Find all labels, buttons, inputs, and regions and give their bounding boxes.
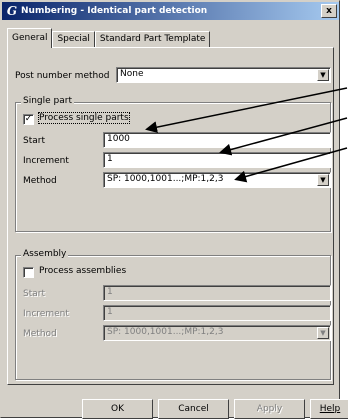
process-assemblies-label[interactable]: Process assemblies (39, 266, 126, 276)
single-increment-input[interactable]: 1 (103, 152, 331, 168)
help-button[interactable]: Help (310, 399, 348, 419)
chevron-down-icon[interactable]: ▼ (317, 174, 329, 186)
process-single-parts-label[interactable]: Process single parts (38, 112, 130, 124)
assembly-method-dropdown[interactable]: SP: 1000,1001...;MP:1,2,3 ▼ (103, 325, 331, 341)
assembly-start-label: Start (23, 289, 45, 299)
assembly-start-input[interactable]: 1 (103, 285, 331, 301)
tab-special[interactable]: Special (52, 31, 95, 48)
ok-button[interactable]: OK (82, 399, 153, 419)
title-bar[interactable]: G Numbering - Identical part detection x (2, 2, 339, 20)
assembly-method-label: Method (23, 329, 57, 339)
assembly-group-title: Assembly (21, 249, 69, 259)
post-number-method-dropdown[interactable]: None ▼ (116, 67, 331, 83)
single-start-label: Start (23, 136, 45, 146)
post-number-method-label: Post number method (15, 71, 110, 81)
assembly-group: Assembly Process assemblies Start 1 Incr… (15, 249, 331, 380)
chevron-down-icon[interactable]: ▼ (317, 327, 329, 339)
tab-strip: General Special Standard Part Template (7, 28, 211, 48)
process-assemblies-checkbox[interactable] (23, 267, 34, 278)
assembly-method-value: SP: 1000,1001...;MP:1,2,3 (107, 327, 224, 337)
app-logo-icon: G (6, 3, 18, 18)
window-title: Numbering - Identical part detection (21, 6, 208, 16)
process-single-parts-checkbox[interactable]: ✓ (23, 114, 34, 125)
post-number-method-value: None (120, 69, 144, 79)
single-method-label: Method (23, 176, 57, 186)
apply-button[interactable]: Apply (234, 399, 305, 419)
assembly-increment-input[interactable]: 1 (103, 305, 331, 321)
single-method-value: SP: 1000,1001...;MP:1,2,3 (107, 174, 224, 184)
dialog-window: G Numbering - Identical part detection x… (0, 0, 348, 419)
single-method-dropdown[interactable]: SP: 1000,1001...;MP:1,2,3 ▼ (103, 172, 331, 188)
help-button-label: Help (319, 404, 341, 414)
chevron-down-icon[interactable]: ▼ (317, 69, 329, 81)
single-part-group: Single part ✓ Process single parts Start… (15, 96, 331, 232)
general-tab-panel: Post number method None ▼ Single part ✓ … (7, 47, 334, 385)
single-start-input[interactable]: 1000 (103, 132, 331, 148)
tab-standard-part-template[interactable]: Standard Part Template (94, 31, 211, 48)
close-button[interactable]: x (321, 4, 337, 18)
tab-general[interactable]: General (7, 28, 53, 48)
assembly-increment-label: Increment (23, 309, 69, 319)
single-increment-label: Increment (23, 156, 69, 166)
cancel-button[interactable]: Cancel (158, 399, 229, 419)
single-part-group-title: Single part (21, 96, 74, 106)
